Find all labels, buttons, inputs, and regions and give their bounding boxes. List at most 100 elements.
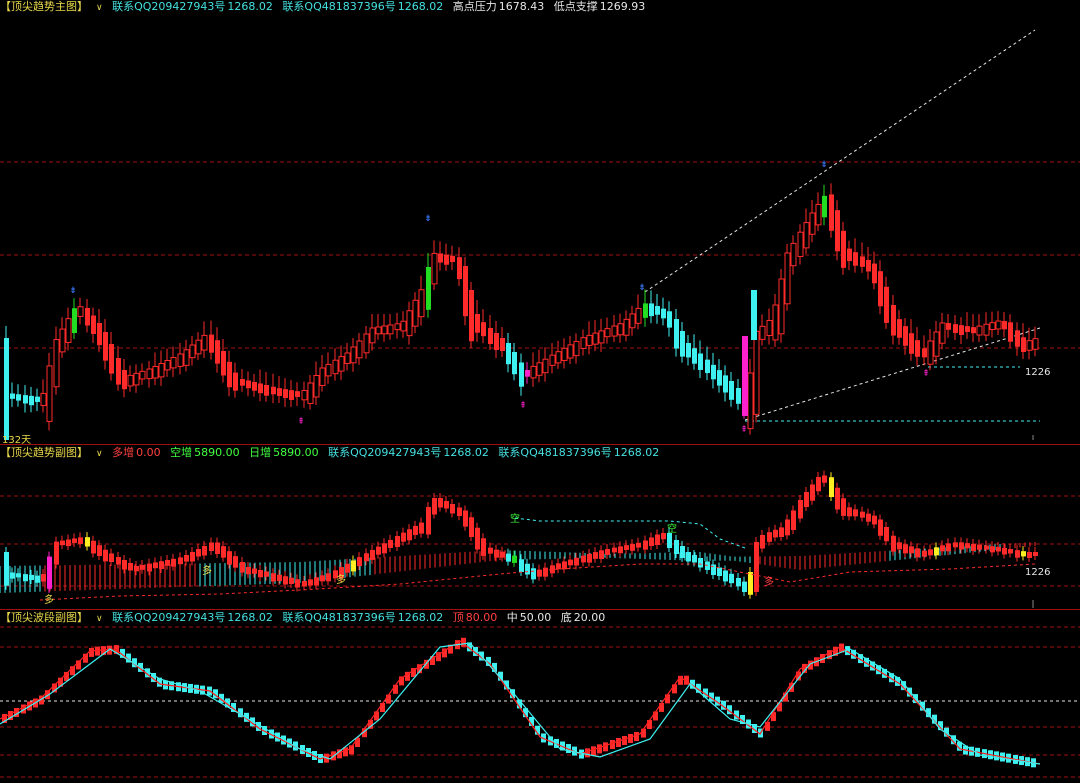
candle-body	[344, 352, 351, 364]
candle-body	[884, 286, 889, 323]
candle-body	[164, 360, 171, 371]
candle-body	[698, 558, 703, 568]
candle-body	[841, 230, 846, 268]
candle-body	[760, 535, 765, 549]
candle-body	[382, 543, 387, 554]
candle-body	[394, 323, 401, 331]
candle-body	[364, 553, 369, 562]
candle-body	[586, 334, 593, 346]
wave-subchart[interactable]	[0, 609, 1080, 783]
wave-block	[597, 744, 602, 754]
candle-body	[841, 498, 846, 516]
candle-body	[4, 552, 9, 586]
candle-body	[35, 575, 40, 583]
trend-subchart[interactable]	[0, 444, 1080, 608]
candle-body	[47, 556, 52, 589]
candle-body	[308, 579, 313, 586]
candle-body	[649, 537, 654, 546]
candle-body	[313, 375, 320, 398]
candle-body	[103, 332, 108, 361]
candle-body	[431, 252, 438, 285]
candle-body	[971, 543, 976, 551]
upper-trend-line	[644, 29, 1036, 293]
candle-body	[314, 577, 319, 586]
candle-body	[444, 254, 449, 265]
candle-body	[933, 331, 940, 357]
candle-body	[543, 567, 548, 577]
candle-body	[209, 334, 214, 353]
candle-body	[500, 551, 505, 558]
candle-body	[252, 382, 257, 391]
candle-body	[233, 556, 238, 568]
candle-body	[432, 498, 437, 515]
candle-body	[463, 510, 468, 527]
candle-body	[667, 533, 672, 548]
candle-body	[784, 252, 791, 305]
candle-body	[822, 475, 827, 483]
candle-body	[134, 566, 139, 572]
candle-body	[717, 370, 722, 386]
candle-body	[320, 575, 325, 582]
candle-body	[692, 348, 697, 364]
candle-body	[295, 391, 300, 397]
candle-body	[488, 328, 493, 344]
candle-body	[773, 529, 778, 538]
candle-body	[618, 546, 623, 554]
candle-body	[810, 484, 815, 501]
candle-body	[72, 308, 77, 333]
candle-body	[23, 395, 28, 404]
candle-body	[847, 248, 852, 262]
candle-body	[872, 515, 877, 525]
candle-body	[351, 560, 356, 572]
candle-body	[289, 577, 294, 584]
candle-body	[307, 382, 314, 404]
candle-body	[878, 271, 883, 307]
candle-body	[196, 549, 201, 557]
duo-dashed-line	[39, 563, 1036, 601]
candle-body	[779, 527, 784, 537]
candle-body	[915, 548, 920, 558]
candle-body	[866, 513, 871, 522]
candle-body	[400, 320, 407, 332]
candle-body	[995, 320, 1002, 330]
candle-body	[649, 303, 654, 317]
buy-arrow-icon: ⇞	[519, 401, 527, 411]
candle-body	[525, 563, 530, 575]
candle-body	[909, 333, 914, 354]
candle-body	[853, 252, 858, 266]
candle-body	[401, 532, 406, 542]
candle-body	[928, 549, 933, 556]
candle-body	[1032, 338, 1039, 350]
candle-body	[624, 545, 629, 550]
main-candlestick-chart[interactable]: ⇟ ⇟ ⇟ ⇟ ⇞ ⇞ ⇞ ⇞	[0, 0, 1080, 440]
candle-body	[692, 555, 697, 563]
candle-body	[822, 195, 827, 218]
candle-body	[72, 538, 77, 544]
candle-body	[587, 553, 592, 563]
candle-body	[406, 310, 413, 337]
candle-body	[419, 522, 424, 534]
buy-arrow-icon: ⇞	[922, 369, 930, 379]
candle-body	[1027, 552, 1032, 558]
candle-body	[271, 573, 276, 582]
candle-body	[791, 510, 796, 530]
candle-body	[766, 320, 773, 336]
candle-body	[643, 540, 648, 550]
candle-body	[457, 257, 462, 280]
candle-body	[561, 347, 568, 361]
candle-body	[655, 534, 660, 545]
wave-block	[89, 647, 94, 657]
candle-body	[562, 561, 567, 570]
candle-body	[133, 372, 140, 386]
candle-body	[356, 340, 363, 359]
candle-body	[494, 333, 499, 350]
candle-body	[450, 255, 455, 262]
candle-body	[519, 559, 524, 572]
arrow-markers: ⇟ ⇟ ⇟ ⇟ ⇞ ⇞ ⇞ ⇞	[69, 160, 930, 435]
candle-body	[469, 290, 474, 342]
candle-body	[475, 314, 480, 333]
candle-body	[209, 542, 214, 551]
tag-duo: 多	[44, 595, 54, 606]
candle-body	[903, 544, 908, 554]
candle-body	[457, 507, 462, 516]
